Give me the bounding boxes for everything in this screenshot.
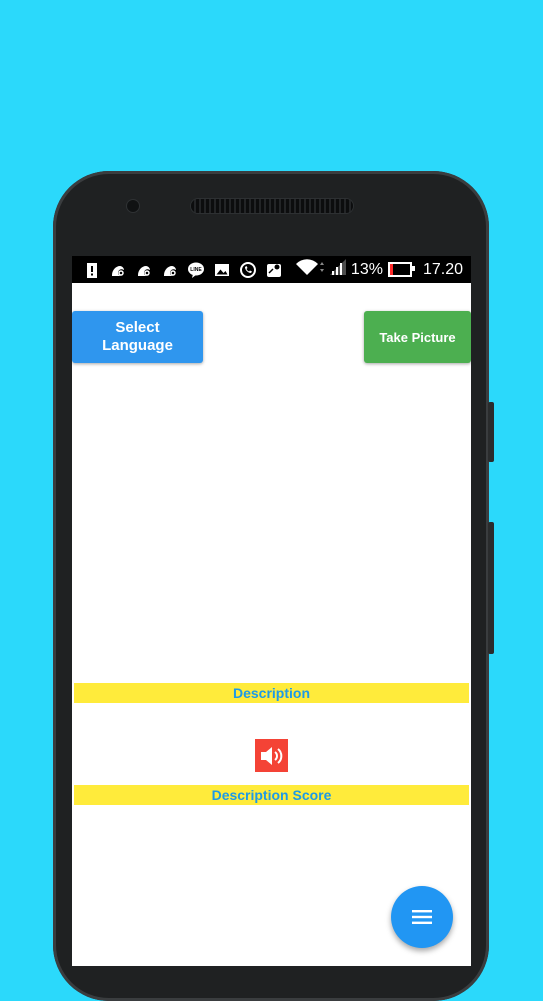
clock: 17.20 xyxy=(422,260,463,278)
earpiece-speaker xyxy=(191,199,353,213)
volume-icon xyxy=(260,746,282,765)
gallery-icon xyxy=(212,260,232,280)
battery-fill xyxy=(389,264,393,275)
line-app-icon: LINE xyxy=(186,260,206,280)
menu-icon xyxy=(412,910,432,924)
volume-key xyxy=(488,402,494,462)
signal-icon xyxy=(329,259,346,280)
whatsapp-icon xyxy=(238,260,258,280)
select-language-button[interactable]: Select Language xyxy=(72,311,203,363)
power-key xyxy=(488,522,494,654)
maps-icon xyxy=(264,260,284,280)
wifi-icon xyxy=(295,258,325,281)
status-bar: LINE 13% 17.20 xyxy=(72,256,471,283)
alert-icon xyxy=(82,260,102,280)
take-picture-button[interactable]: Take Picture xyxy=(364,311,471,363)
uc-browser-icon xyxy=(108,260,128,280)
speak-button[interactable] xyxy=(255,739,288,772)
menu-fab[interactable] xyxy=(391,886,453,948)
app-screen: Select Language Take Picture Description… xyxy=(72,283,471,966)
battery-icon xyxy=(387,262,415,277)
line-app-label: LINE xyxy=(190,267,202,273)
battery-percent: 13% xyxy=(350,260,383,278)
uc-browser-icon xyxy=(160,260,180,280)
uc-browser-icon xyxy=(134,260,154,280)
status-right: 13% 17.20 xyxy=(295,258,463,281)
description-label: Description xyxy=(74,683,469,703)
front-camera xyxy=(127,200,139,212)
description-score-label: Description Score xyxy=(74,785,469,805)
notification-icons: LINE xyxy=(82,260,284,280)
